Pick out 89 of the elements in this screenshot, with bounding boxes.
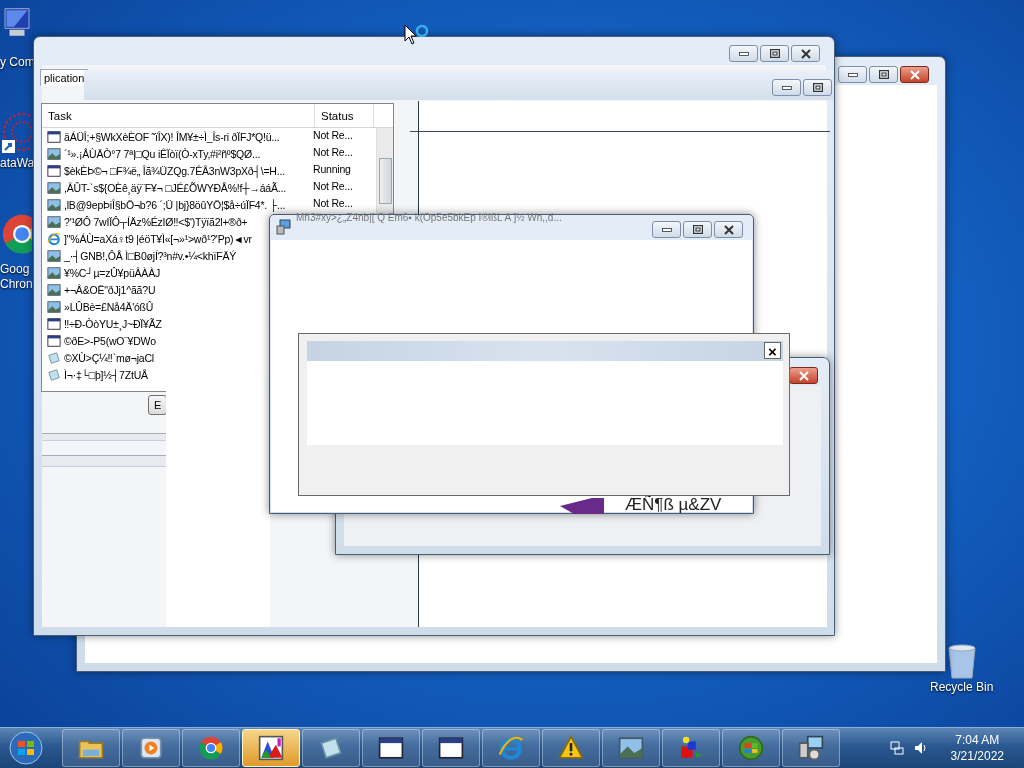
desktop-icon-label: y Com [0,55,35,70]
task-row[interactable]: »LÛBè=£Nå4Ä'óßÛ [47,299,154,314]
close-button[interactable] [791,45,820,62]
notepad-icon [318,735,344,761]
task-row[interactable]: ]"%ÁÙ=aXá♀t9 |éöT¥Ì«[¬»¹>wð¹?'Pp)◄vr [47,231,252,246]
network-icon[interactable] [888,740,905,756]
maximize-button[interactable] [869,66,898,83]
task-row[interactable]: ‼÷Ð-ÒòYU±¸J~ÐÏ¥ÃZ [47,316,162,331]
close-icon [909,69,920,80]
close-icon [723,224,734,235]
recycle-bin-label: Recycle Bin [930,680,994,695]
column-header[interactable]: Task [42,104,315,127]
globe-icon[interactable] [738,735,764,761]
minimize-button[interactable] [652,221,681,238]
maximize-icon [878,70,889,79]
maximize-button[interactable] [683,221,712,238]
task-row[interactable]: +¬Â&OË"ðJj1^ãã?U [47,282,156,297]
window-icon [378,735,404,761]
task-row[interactable]: ,lB@9epÞiÎ§bÖ¬b?6 ´;Ü |bj}8öûYÖ¦$å÷úÏF4*. ├... [47,197,286,212]
maximize-icon [769,49,780,58]
close-button[interactable] [789,367,818,384]
window-icon [47,129,61,144]
chrome-icon[interactable] [198,735,224,761]
task-row[interactable]: ´¹».¡ÅÙÄÒ°7 7ª|□Qu iÊÏòï(Ò-xTy,#i²ñº$QØ... [47,146,261,161]
busy-cursor-icon [404,24,430,46]
minimize-button[interactable] [729,45,758,62]
browser-icon [498,735,524,761]
minimize-button[interactable] [838,66,867,83]
volume-icon[interactable] [912,740,929,756]
chart-icon[interactable] [258,735,284,761]
logo-text: ÆÑ¶ß µ&ZV [625,496,722,514]
minimize-icon [847,72,858,77]
status-cell: Not Re... [313,146,353,158]
status-cell: Not Re... [313,197,353,209]
picture-icon [47,146,61,161]
close-button[interactable]: × [764,342,781,359]
program-icon [276,219,292,235]
notepad-icon [47,350,61,365]
window-title: Mñ3#xy>¿„Z4nb|[ Q Em6▪ k(Op5e5bkEp I®lßL A ]½ Wn,,d... [296,212,562,223]
picture-icon [47,180,61,195]
picture-icon [47,214,61,229]
minimize-button[interactable] [772,79,801,96]
close-icon [798,370,809,381]
maximize-button[interactable] [760,45,789,62]
network-art-icon[interactable] [0,110,32,154]
installer-icon[interactable] [798,735,824,761]
task-row[interactable]: ©XÙ>Ç¼‼`mø¬jaCl [47,350,154,365]
picture-icon [47,197,61,212]
media-player-icon[interactable] [138,735,164,761]
desktop-icon-label: Goog [0,262,30,277]
desktop-icon-label: ataWa [0,156,35,171]
task-row[interactable]: _·┤GNB!,ÔÅ Ì□B0øjÍ?³n#v.•¼<khïFÄÝ [47,248,236,263]
task-row[interactable]: ?'¹ØÔ 7wIÏÔ┬ÍÄz%ÉzIØ‼<$')Tÿïã2l+®ð+ [47,214,248,229]
window-icon [47,163,61,178]
status-cell: Not Re... [313,129,353,141]
close-icon [800,48,811,59]
column-header[interactable]: Status [315,104,374,127]
status-cell: Running [313,163,351,175]
taskbar-button[interactable] [242,729,300,767]
shapes-icon[interactable] [678,735,704,761]
status-cell: Not Re... [313,180,353,192]
task-row[interactable]: äÁÜÎ;+§WkXèÈOF ˜ïÎX)! ÎM¥±÷Ì_Îs-ri ðÏFJ*Q!ü... [47,129,280,144]
clock[interactable]: 7:04 AM 3/21/2022 [950,732,1004,764]
task-row[interactable]: $èkÈÞ©¬ □F¾ë„ Îã¾ÜZQg.7ÊÂ3nW3pXð┤\=H... [47,163,285,178]
window-icon [47,333,61,348]
notepad-icon [47,367,61,382]
close-button[interactable] [714,221,743,238]
picture-icon [618,735,644,761]
picture-icon [47,265,61,280]
warning-icon[interactable] [558,735,584,761]
task-row[interactable]: ,ÂÛT-`s${OÈê¸äÿ¨F¥¬ □JÉ£ÕWYÐÅ%!f┼→ááÃ... [47,180,286,195]
window-icon [438,735,464,761]
maximize-icon [692,225,703,234]
minimize-icon [661,227,672,232]
task-row[interactable]: Ì¬·‡└□þ]½┤7ZtUÅ [47,367,148,382]
picture-icon [47,299,61,314]
picture-icon [47,282,61,297]
desktop-icon-label: Chron [0,277,33,292]
minimize-icon [738,51,749,56]
maximize-icon [812,83,823,92]
task-row[interactable]: ©ðE>-P5(wO¨¥DWo [47,333,156,348]
picture-icon [47,248,61,263]
minimize-icon [781,85,792,90]
maximize-button[interactable] [803,79,832,96]
close-button[interactable] [900,66,929,83]
browser-icon [47,231,61,246]
applications-tab[interactable]: plication [40,69,89,86]
window-icon [47,316,61,331]
task-row[interactable]: ¥%C┘µ=zÛ¥püÂÀÀJ [47,265,160,280]
